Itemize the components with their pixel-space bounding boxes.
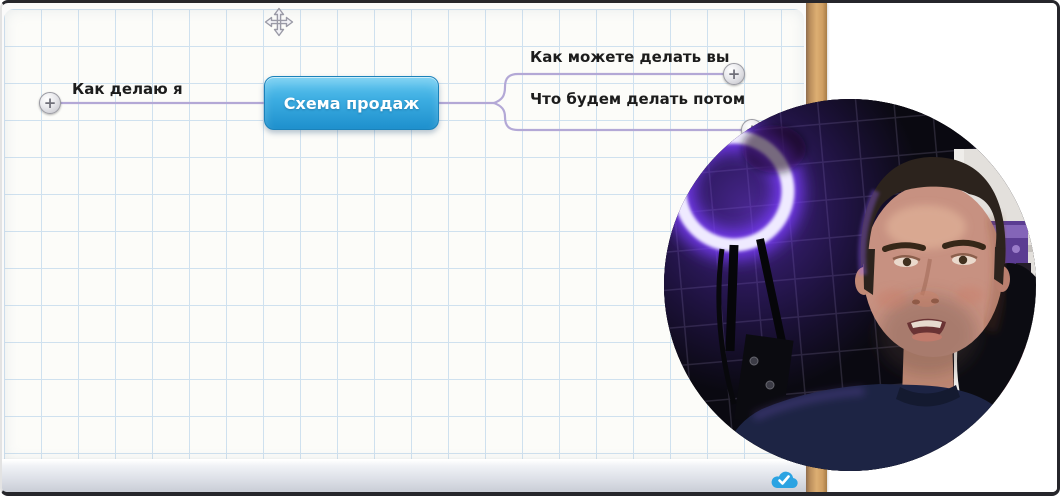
branch-node-right-bottom[interactable]: Что будем делать потом bbox=[530, 91, 745, 107]
move-icon[interactable] bbox=[264, 7, 294, 37]
cloud-check-icon[interactable] bbox=[770, 467, 798, 490]
root-node[interactable]: Схема продаж bbox=[264, 76, 439, 130]
branch-node-right-top[interactable]: Как можете делать вы bbox=[530, 49, 729, 65]
plus-icon[interactable]: + bbox=[39, 92, 61, 114]
branch-node-left[interactable]: Как делаю я bbox=[72, 81, 183, 97]
plus-icon[interactable]: + bbox=[723, 63, 745, 85]
root-node-label: Схема продаж bbox=[284, 94, 420, 113]
webcam-video-circle bbox=[664, 99, 1036, 471]
app-window: Схема продаж Как делаю я Как можете дела… bbox=[0, 0, 1060, 496]
whiteboard-tray bbox=[2, 459, 810, 492]
